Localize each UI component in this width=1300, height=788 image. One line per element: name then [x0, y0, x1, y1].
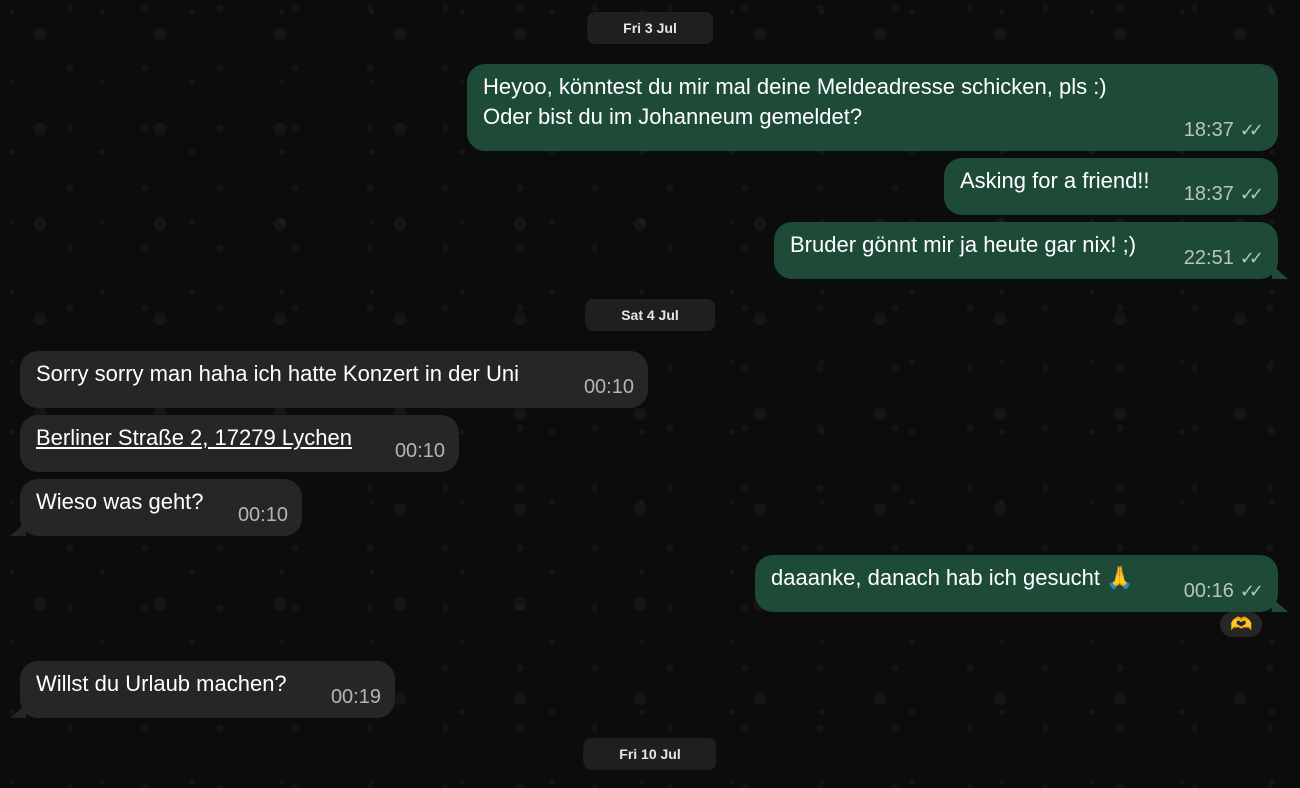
message-text: Willst du Urlaub machen? — [36, 671, 287, 696]
message-meta: 18:37 ✓✓ — [1184, 115, 1264, 145]
message-time: 18:37 — [1183, 183, 1234, 205]
message-meta: 00:10 — [395, 436, 445, 466]
message-time: 22:51 — [1183, 247, 1234, 269]
date-separator: Fri 3 Jul — [587, 12, 713, 44]
message-meta: 00:10 — [584, 372, 634, 402]
message-meta: 00:16 ✓✓ — [1184, 576, 1264, 606]
message-incoming[interactable]: Willst du Urlaub machen? 00:19 — [10, 661, 395, 718]
date-separator: Fri 10 Jul — [583, 738, 717, 770]
read-receipt-icon: ✓✓ — [1239, 184, 1264, 204]
heart-hands-reaction-icon[interactable]: 🫶 — [1220, 612, 1263, 637]
chat-area[interactable]: Fri 3 Jul Heyoo, könntest du mir mal dei… — [0, 0, 1300, 788]
message-incoming[interactable]: Wieso was geht? 00:10 — [10, 479, 302, 536]
message-outgoing[interactable]: Heyoo, könntest du mir mal deine Meldead… — [467, 64, 1278, 151]
message-time: 00:10 — [237, 504, 288, 526]
message-outgoing[interactable]: Asking for a friend!! 18:37 ✓✓ — [944, 158, 1278, 215]
message-outgoing[interactable]: Bruder gönnt mir ja heute gar nix! ;) 22… — [774, 222, 1288, 279]
message-outgoing[interactable]: daaanke, danach hab ich gesucht 🙏 00:16 … — [755, 555, 1288, 612]
message-meta: 22:51 ✓✓ — [1184, 243, 1264, 273]
message-incoming[interactable]: Sorry sorry man haha ich hatte Konzert i… — [20, 351, 648, 408]
message-time: 00:10 — [394, 440, 445, 462]
address-link[interactable]: Berliner Straße 2, 17279 Lychen — [36, 423, 443, 453]
read-receipt-icon: ✓✓ — [1239, 120, 1264, 140]
message-text: Heyoo, könntest du mir mal deine Meldead… — [483, 74, 1107, 129]
message-time: 18:37 — [1183, 119, 1234, 141]
message-time: 00:19 — [330, 686, 381, 708]
message-meta: 18:37 ✓✓ — [1184, 179, 1264, 209]
message-time: 00:10 — [583, 376, 634, 398]
message-incoming[interactable]: Berliner Straße 2, 17279 Lychen 00:10 — [20, 415, 459, 472]
read-receipt-icon: ✓✓ — [1239, 248, 1264, 268]
read-receipt-icon: ✓✓ — [1239, 581, 1264, 601]
message-meta: 00:10 — [238, 500, 288, 530]
date-separator: Sat 4 Jul — [585, 299, 715, 331]
message-time: 00:16 — [1183, 580, 1234, 602]
message-meta: 00:19 — [331, 682, 381, 712]
message-text: Sorry sorry man haha ich hatte Konzert i… — [36, 361, 520, 386]
